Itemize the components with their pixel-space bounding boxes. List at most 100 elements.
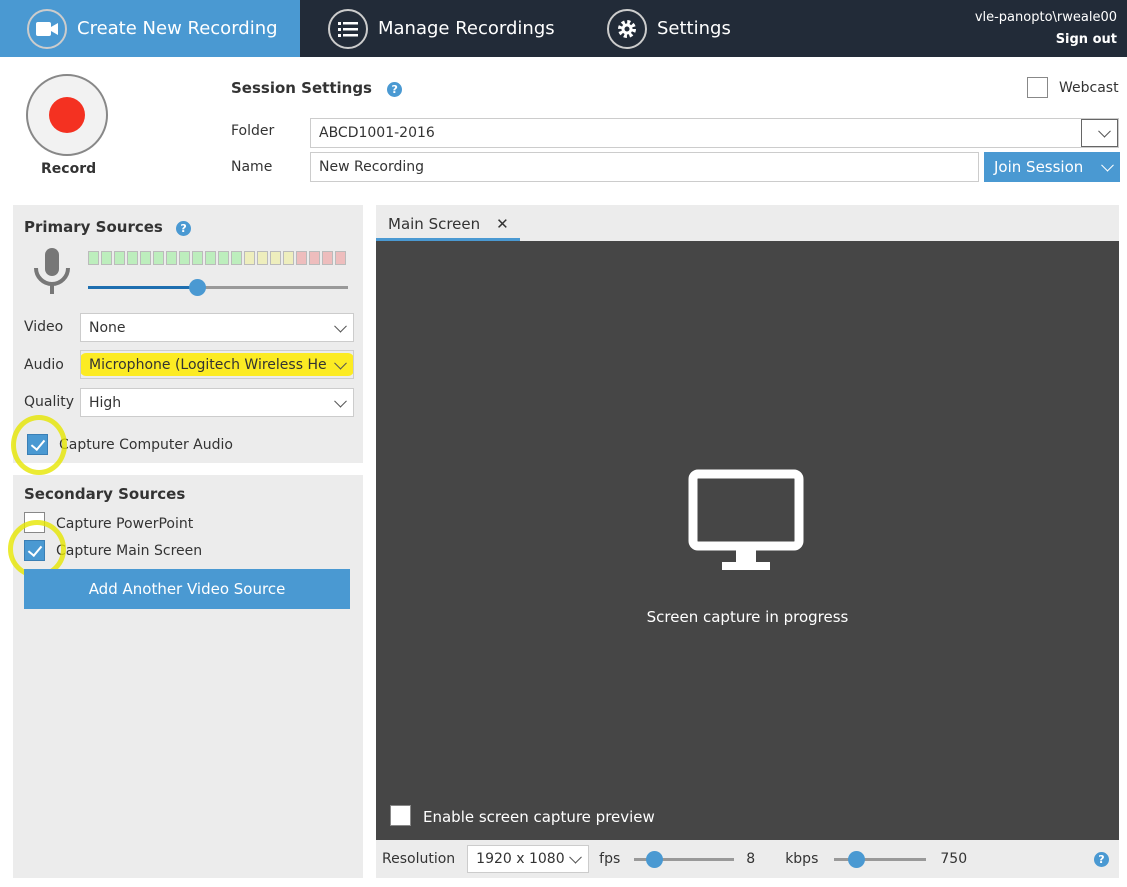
chevron-down-icon bbox=[334, 394, 347, 408]
chevron-down-icon bbox=[1098, 124, 1111, 138]
meter-segment bbox=[192, 251, 203, 265]
quality-select[interactable]: High bbox=[80, 388, 354, 417]
meter-segment bbox=[127, 251, 138, 265]
secondary-sources-panel bbox=[13, 475, 363, 878]
webcast-label: Webcast bbox=[1059, 80, 1119, 96]
tab-label: Create New Recording bbox=[77, 18, 278, 39]
resolution-select[interactable]: 1920 x 1080 bbox=[467, 845, 590, 873]
video-value: None bbox=[89, 319, 126, 336]
capture-settings-bar: Resolution 1920 x 1080 fps 8 kbps 750 ? bbox=[376, 840, 1119, 878]
tab-settings[interactable]: Settings bbox=[607, 0, 731, 57]
meter-segment bbox=[153, 251, 164, 265]
resolution-value: 1920 x 1080 bbox=[476, 851, 565, 867]
section-title: Primary Sources bbox=[24, 218, 163, 236]
name-label: Name bbox=[231, 159, 273, 175]
slider-handle[interactable] bbox=[646, 850, 664, 868]
add-video-source-button[interactable]: Add Another Video Source bbox=[24, 569, 350, 609]
resolution-label: Resolution bbox=[382, 851, 456, 867]
tab-label: Manage Recordings bbox=[378, 18, 555, 39]
capture-computer-audio-label: Capture Computer Audio bbox=[59, 437, 233, 453]
meter-segment bbox=[270, 251, 281, 265]
section-title: Session Settings bbox=[231, 79, 372, 97]
record-label: Record bbox=[41, 161, 97, 177]
tab-create-new-recording[interactable]: Create New Recording bbox=[0, 0, 300, 57]
chevron-down-icon bbox=[334, 356, 347, 370]
webcast-checkbox[interactable] bbox=[1027, 77, 1048, 98]
meter-segment bbox=[322, 251, 333, 265]
meter-segment bbox=[88, 251, 99, 265]
name-value: New Recording bbox=[319, 159, 425, 175]
username: vle-panopto\rweale00 bbox=[974, 10, 1117, 25]
tab-label: Settings bbox=[657, 18, 731, 39]
tab-label: Main Screen bbox=[388, 215, 481, 233]
meter-segment bbox=[101, 251, 112, 265]
meter-segment bbox=[309, 251, 320, 265]
highlight-circle bbox=[11, 415, 67, 475]
record-icon bbox=[49, 97, 85, 133]
join-session-button[interactable]: Join Session bbox=[984, 152, 1120, 182]
enable-preview-label: Enable screen capture preview bbox=[423, 808, 655, 826]
meter-segment bbox=[296, 251, 307, 265]
chevron-down-icon bbox=[569, 850, 583, 864]
meter-segment bbox=[140, 251, 151, 265]
primary-sources-title: Primary Sources ? bbox=[24, 218, 192, 236]
secondary-sources-title: Secondary Sources bbox=[24, 485, 186, 503]
fps-slider[interactable] bbox=[634, 850, 735, 868]
folder-value: ABCD1001-2016 bbox=[319, 125, 435, 141]
tab-manage-recordings[interactable]: Manage Recordings bbox=[328, 0, 555, 57]
chevron-down-icon bbox=[1101, 158, 1114, 172]
meter-segment bbox=[114, 251, 125, 265]
microphone-icon bbox=[34, 248, 70, 294]
session-settings-title: Session Settings ? bbox=[231, 79, 403, 97]
name-input[interactable]: New Recording bbox=[310, 152, 979, 182]
video-camera-icon bbox=[27, 8, 67, 49]
meter-segment bbox=[283, 251, 294, 265]
video-label: Video bbox=[24, 319, 64, 335]
enable-preview-checkbox[interactable] bbox=[390, 805, 411, 826]
kbps-label: kbps bbox=[785, 851, 819, 867]
folder-label: Folder bbox=[231, 123, 275, 139]
help-icon[interactable]: ? bbox=[1094, 851, 1109, 867]
gear-icon bbox=[607, 8, 647, 49]
user-info: vle-panopto\rweale00 Sign out bbox=[975, 7, 1117, 51]
meter-segment bbox=[205, 251, 216, 265]
meter-segment bbox=[231, 251, 242, 265]
quality-label: Quality bbox=[24, 394, 75, 410]
quality-value: High bbox=[89, 394, 122, 411]
top-nav: Create New Recording Manage Recordings S… bbox=[0, 0, 1127, 57]
sign-out-link[interactable]: Sign out bbox=[1056, 32, 1117, 47]
audio-label: Audio bbox=[24, 357, 64, 373]
slider-handle[interactable] bbox=[848, 850, 866, 868]
list-icon bbox=[328, 8, 368, 49]
audio-level-meter bbox=[88, 251, 346, 265]
help-icon[interactable]: ? bbox=[176, 221, 192, 236]
folder-select[interactable]: ABCD1001-2016 bbox=[310, 118, 1119, 148]
join-session-label: Join Session bbox=[994, 158, 1084, 176]
kbps-slider[interactable] bbox=[834, 850, 927, 868]
volume-slider[interactable] bbox=[88, 279, 348, 296]
meter-segment bbox=[166, 251, 177, 265]
monitor-icon bbox=[688, 469, 804, 570]
help-icon[interactable]: ? bbox=[387, 82, 403, 97]
capture-main-screen-label: Capture Main Screen bbox=[56, 543, 203, 559]
meter-segment bbox=[179, 251, 190, 265]
audio-select[interactable]: Microphone (Logitech Wireless Headset) bbox=[80, 350, 354, 379]
slider-fill bbox=[88, 286, 198, 289]
tab-main-screen[interactable]: Main Screen ✕ bbox=[376, 211, 520, 241]
folder-dropdown-button[interactable] bbox=[1081, 119, 1118, 147]
video-select[interactable]: None bbox=[80, 313, 354, 342]
fps-label: fps bbox=[599, 851, 621, 867]
meter-segment bbox=[257, 251, 268, 265]
record-button[interactable] bbox=[26, 74, 108, 156]
kbps-value: 750 bbox=[940, 851, 968, 867]
meter-segment bbox=[218, 251, 229, 265]
close-icon[interactable]: ✕ bbox=[496, 215, 509, 233]
audio-value: Microphone (Logitech Wireless Headset) bbox=[89, 356, 327, 373]
meter-segment bbox=[335, 251, 346, 265]
capture-status: Screen capture in progress bbox=[646, 608, 849, 626]
capture-powerpoint-label: Capture PowerPoint bbox=[56, 516, 194, 532]
chevron-down-icon bbox=[334, 319, 347, 333]
screen-preview: Screen capture in progress Enable screen… bbox=[376, 241, 1119, 840]
fps-value: 8 bbox=[746, 851, 756, 867]
meter-segment bbox=[244, 251, 255, 265]
